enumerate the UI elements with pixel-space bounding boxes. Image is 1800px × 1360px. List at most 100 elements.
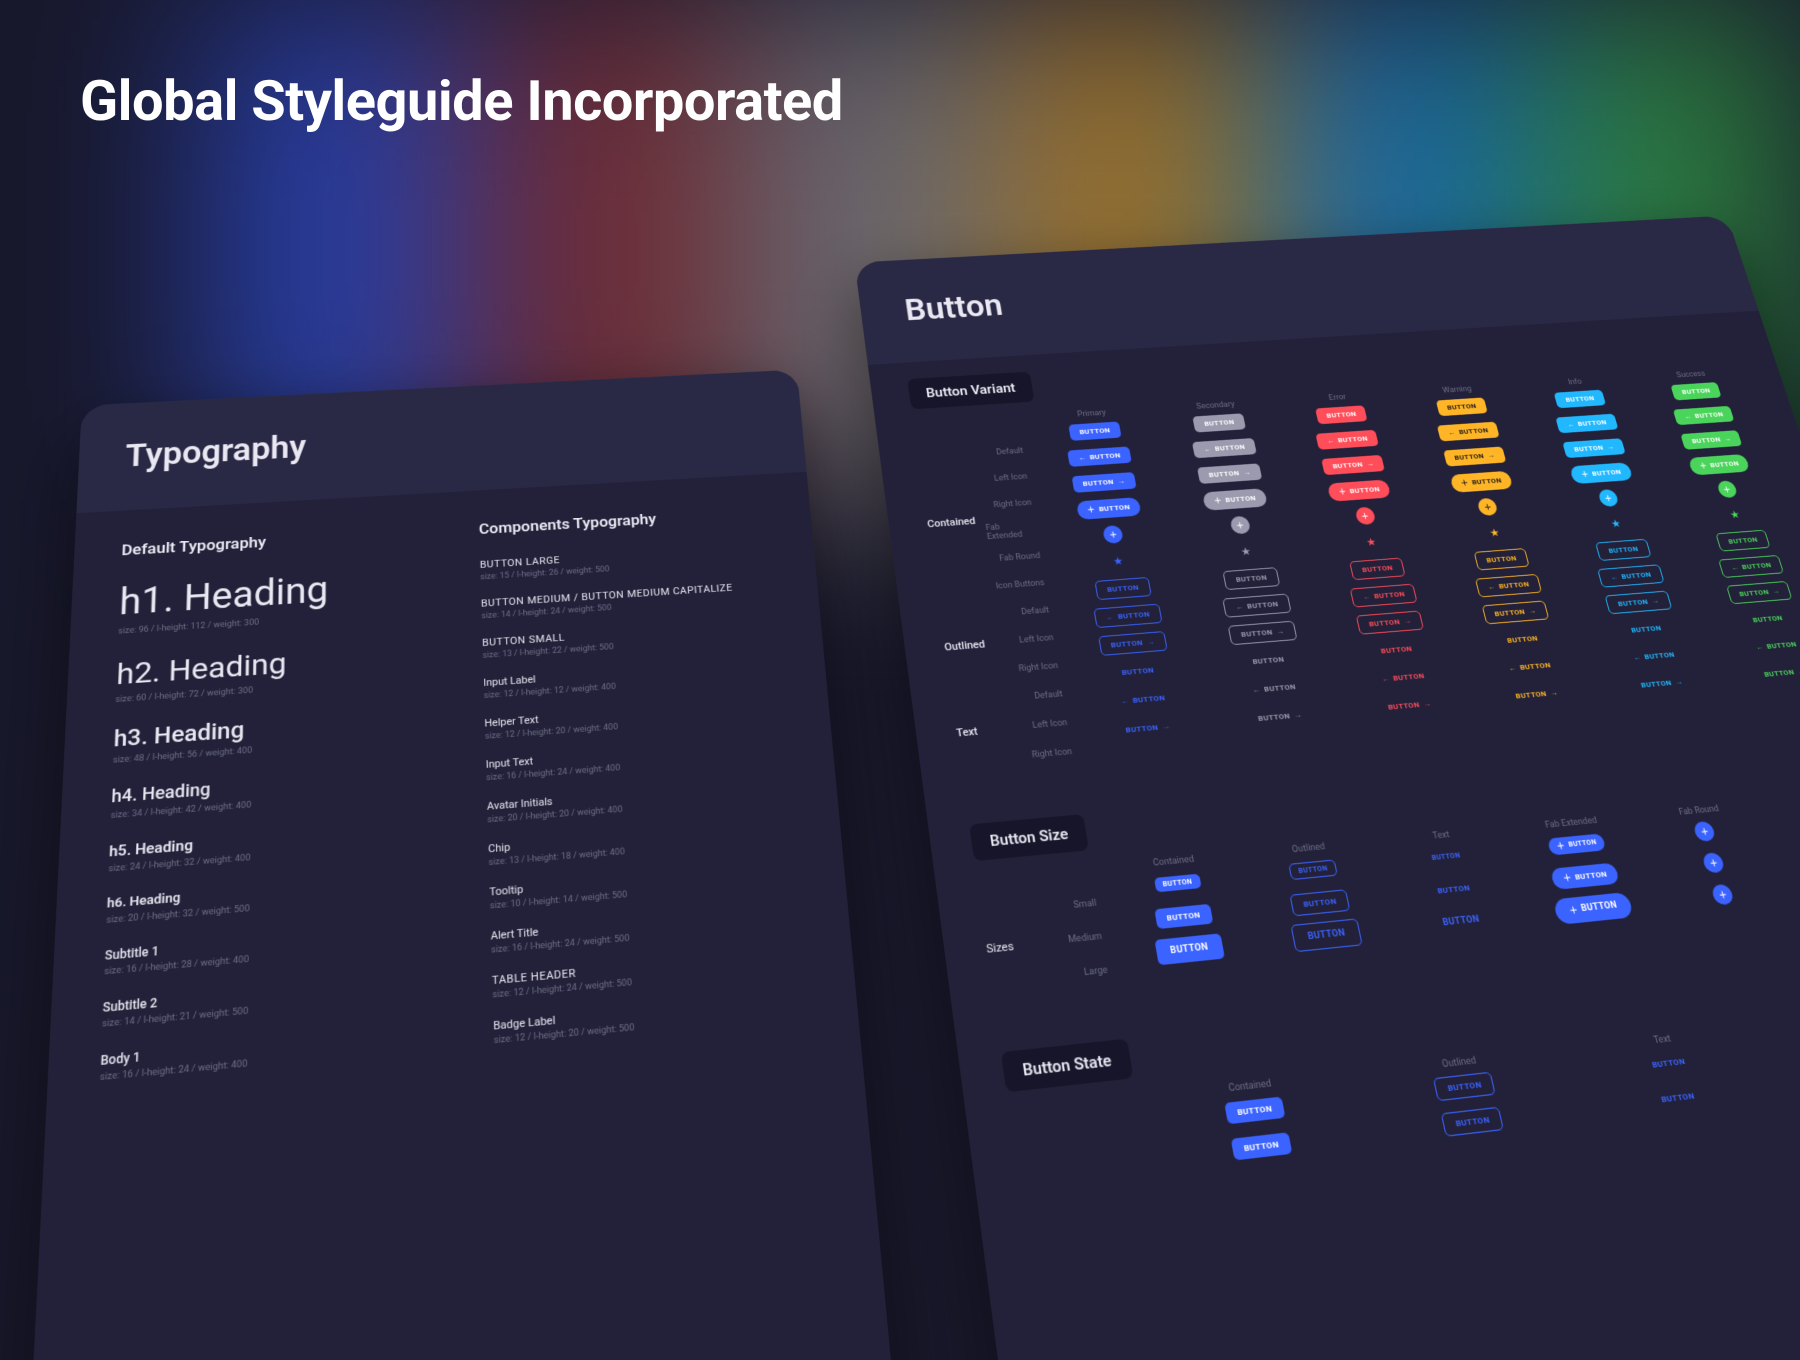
- star-icon[interactable]: ★: [1728, 508, 1741, 521]
- sample-button[interactable]: ←BUTTON: [1240, 676, 1308, 699]
- sample-button[interactable]: ＋BUTTON: [1327, 479, 1392, 501]
- sample-button[interactable]: BUTTON: [1288, 859, 1338, 880]
- arrow-right-icon: →: [1422, 699, 1432, 708]
- sample-button[interactable]: BUTTON→: [1680, 430, 1742, 450]
- sample-button[interactable]: ←BUTTON: [1192, 438, 1257, 458]
- sample-button[interactable]: BUTTON: [1230, 1132, 1292, 1160]
- sample-button[interactable]: ＋: [1354, 507, 1376, 526]
- sample-button[interactable]: BUTTON: [1223, 567, 1280, 590]
- sample-button[interactable]: BUTTON→: [1071, 472, 1137, 493]
- sample-button[interactable]: ←BUTTON: [1474, 573, 1542, 597]
- sample-button[interactable]: ←BUTTON: [1597, 564, 1664, 587]
- sample-button[interactable]: BUTTON: [1315, 405, 1368, 424]
- sample-button[interactable]: ＋BUTTON: [1687, 454, 1750, 476]
- sample-button[interactable]: ＋BUTTON: [1553, 891, 1634, 924]
- sample-button[interactable]: BUTTON→: [1752, 661, 1800, 683]
- sample-button[interactable]: BUTTON→: [1228, 620, 1297, 645]
- sample-button[interactable]: BUTTON: [1648, 1084, 1708, 1111]
- variant-row-label: Default: [973, 438, 1033, 467]
- sample-button[interactable]: BUTTON: [1154, 933, 1225, 965]
- sample-button[interactable]: BUTTON: [1109, 660, 1165, 682]
- sample-button[interactable]: ←BUTTON: [1621, 645, 1687, 667]
- sample-button[interactable]: BUTTON: [1224, 1096, 1285, 1124]
- sample-button[interactable]: BUTTON: [1369, 639, 1424, 661]
- sample-button[interactable]: BUTTON: [1595, 538, 1651, 560]
- star-icon[interactable]: ★: [1112, 554, 1124, 567]
- sample-button[interactable]: BUTTON: [1068, 421, 1122, 440]
- sample-button[interactable]: BUTTON: [1426, 906, 1495, 937]
- sample-button[interactable]: BUTTON: [1349, 557, 1406, 580]
- star-icon[interactable]: ★: [1488, 526, 1501, 539]
- sample-button[interactable]: BUTTON→: [1197, 463, 1262, 484]
- star-icon[interactable]: ★: [1609, 517, 1622, 530]
- sample-button[interactable]: BUTTON→: [1356, 610, 1425, 634]
- sample-button[interactable]: BUTTON: [1153, 874, 1201, 893]
- sample-button[interactable]: BUTTON→: [1726, 580, 1793, 603]
- sample-button[interactable]: ←BUTTON: [1743, 634, 1800, 656]
- sample-button[interactable]: BUTTON→: [1503, 682, 1570, 705]
- sample-button[interactable]: BUTTON: [1193, 413, 1246, 432]
- sample-button[interactable]: ←BUTTON: [1222, 593, 1291, 617]
- sample-button[interactable]: BUTTON: [1441, 1106, 1505, 1136]
- arrow-right-icon: →: [1242, 468, 1251, 476]
- sample-button[interactable]: BUTTON: [1424, 877, 1482, 902]
- typography-component-sample: Badge Labelsize: 12 / l-height: 20 / wei…: [493, 991, 810, 1046]
- sample-button[interactable]: ←BUTTON: [1496, 655, 1563, 678]
- sample-button[interactable]: BUTTON: [1154, 903, 1213, 928]
- sample-button[interactable]: ＋: [1229, 516, 1251, 535]
- sample-button[interactable]: ←BUTTON: [1673, 405, 1735, 424]
- sample-button[interactable]: BUTTON→: [1605, 590, 1672, 614]
- sample-button[interactable]: ＋: [1597, 489, 1619, 507]
- star-icon[interactable]: ★: [1240, 545, 1253, 558]
- sample-button[interactable]: BUTTON→: [1321, 454, 1385, 474]
- sample-button[interactable]: ＋: [1693, 821, 1717, 842]
- sample-button[interactable]: ＋: [1477, 498, 1499, 516]
- sample-button[interactable]: ＋: [1711, 884, 1736, 906]
- sample-button[interactable]: BUTTON→: [1376, 693, 1444, 716]
- sample-button[interactable]: BUTTON: [1094, 577, 1152, 600]
- sample-button[interactable]: BUTTON: [1554, 389, 1606, 408]
- sample-button[interactable]: BUTTON: [1670, 382, 1721, 400]
- sample-button[interactable]: BUTTON→: [1562, 438, 1625, 458]
- sample-button[interactable]: ＋BUTTON: [1550, 862, 1620, 889]
- button-variant-title: Button Variant: [907, 372, 1034, 410]
- sample-button[interactable]: BUTTON: [1433, 1071, 1496, 1101]
- sample-button[interactable]: ←BUTTON: [1555, 413, 1618, 433]
- sample-button[interactable]: ＋: [1702, 852, 1726, 874]
- sample-button[interactable]: ←BUTTON: [1349, 583, 1417, 607]
- sample-button[interactable]: BUTTON: [1473, 548, 1529, 570]
- sample-button[interactable]: ←BUTTON: [1067, 446, 1132, 466]
- sample-button[interactable]: ←BUTTON: [1369, 666, 1436, 689]
- sample-button[interactable]: ＋BUTTON: [1569, 462, 1633, 484]
- sample-button[interactable]: BUTTON: [1741, 608, 1795, 629]
- sample-button[interactable]: BUTTON→: [1113, 716, 1182, 740]
- sample-button[interactable]: BUTTON: [1619, 618, 1673, 639]
- sample-button[interactable]: BUTTON→: [1629, 672, 1695, 695]
- sample-button[interactable]: ←BUTTON: [1315, 429, 1379, 449]
- sample-button[interactable]: BUTTON: [1240, 649, 1296, 671]
- sample-button[interactable]: BUTTON→: [1481, 600, 1549, 624]
- sample-button[interactable]: ←BUTTON: [1108, 687, 1177, 711]
- sample-button[interactable]: BUTTON: [1290, 918, 1363, 952]
- sample-button[interactable]: BUTTON: [1423, 848, 1470, 866]
- sample-button[interactable]: ←BUTTON: [1718, 555, 1784, 578]
- sample-button[interactable]: BUTTON: [1289, 889, 1350, 916]
- sample-button[interactable]: BUTTON→: [1246, 705, 1314, 729]
- sample-button[interactable]: ←BUTTON: [1093, 603, 1163, 627]
- sample-button[interactable]: ＋BUTTON: [1547, 833, 1606, 855]
- sample-button[interactable]: ＋: [1716, 480, 1738, 498]
- sample-button[interactable]: ＋BUTTON: [1202, 488, 1268, 511]
- sample-button[interactable]: ＋BUTTON: [1449, 470, 1513, 492]
- sample-button[interactable]: BUTTON→: [1443, 446, 1507, 466]
- sample-button[interactable]: ＋BUTTON: [1075, 497, 1141, 520]
- sample-button[interactable]: BUTTON→: [1098, 631, 1168, 656]
- sample-button[interactable]: ←BUTTON: [1436, 421, 1499, 441]
- star-icon[interactable]: ★: [1365, 536, 1378, 549]
- sample-button[interactable]: BUTTON: [1639, 1049, 1699, 1076]
- sample-button[interactable]: ＋: [1102, 525, 1124, 544]
- arrow-right-icon: →: [1275, 627, 1285, 636]
- sample-button[interactable]: BUTTON: [1435, 397, 1487, 416]
- sample-button[interactable]: BUTTON: [1495, 628, 1550, 649]
- arrow-left-icon: ←: [1609, 573, 1619, 581]
- sample-button[interactable]: BUTTON: [1715, 529, 1770, 551]
